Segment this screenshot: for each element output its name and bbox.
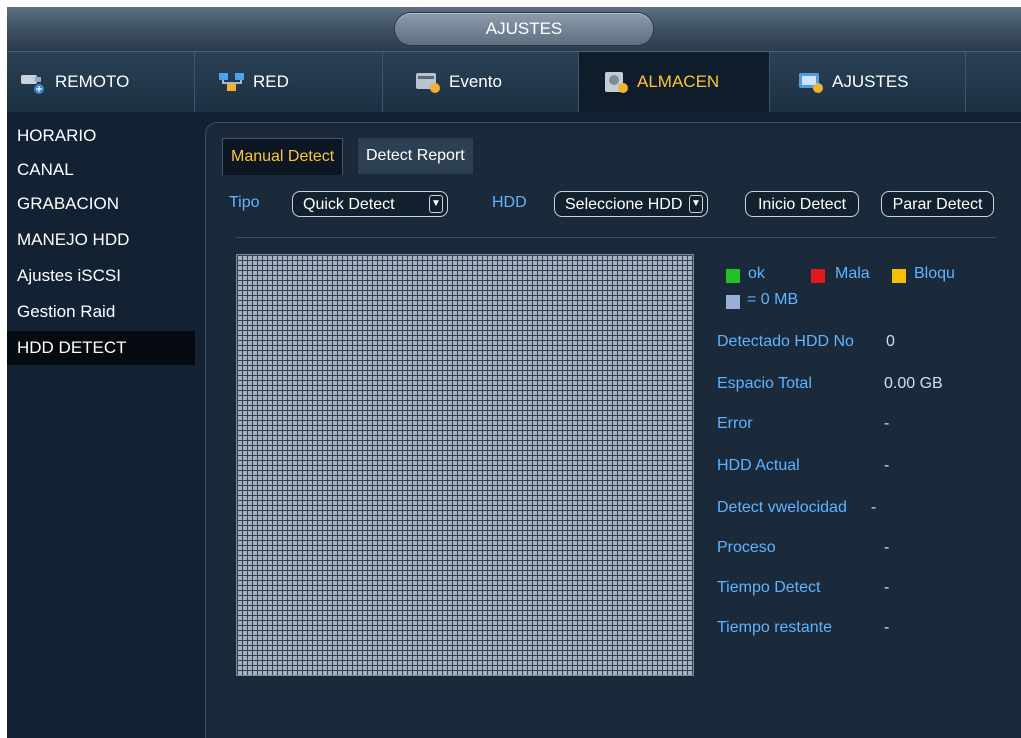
info-label-error: Error (717, 415, 753, 432)
hdd-label: HDD (492, 194, 527, 211)
tab-label: REMOTO (55, 72, 130, 91)
sidebar-item-manejo-hdd[interactable]: MANEJO HDD (17, 223, 129, 257)
sidebar-item-canal[interactable]: CANAL (17, 153, 74, 187)
chevron-down-icon: ▼ (689, 195, 703, 213)
tab-detect-report[interactable]: Detect Report (358, 138, 473, 174)
tipo-select-value: Quick Detect (303, 196, 395, 213)
start-detect-button[interactable]: Inicio Detect (745, 191, 859, 217)
hdd-select[interactable]: Seleccione HDD ▼ (554, 191, 708, 217)
tab-label: ALMACEN (637, 72, 720, 91)
sidebar-item-grabacion[interactable]: GRABACION (17, 187, 119, 221)
tab-ajustes[interactable]: AJUSTES (770, 52, 966, 112)
info-value-total-space: 0.00 GB (884, 375, 943, 392)
tab-red[interactable]: RED (195, 52, 383, 112)
info-value-process: - (884, 539, 890, 556)
info-label-total-space: Espacio Total (717, 375, 812, 392)
info-label-detect-time: Tiempo Detect (717, 579, 821, 596)
content-panel: Manual Detect Detect Report Tipo Quick D… (205, 122, 1021, 738)
legend-bad-swatch (811, 269, 825, 283)
info-label-current-hdd: HDD Actual (717, 457, 800, 474)
info-value-current-hdd: - (884, 457, 890, 474)
info-label-process: Proceso (717, 539, 776, 556)
legend-blocked-swatch (892, 269, 906, 283)
info-value-remaining-time: - (884, 619, 890, 636)
info-value-detect-time: - (884, 579, 890, 596)
tab-almacen[interactable]: ALMACEN (579, 52, 770, 112)
settings-window: AJUSTES REMOTO RED Evento ALMACEN AJUSTE… (7, 7, 1021, 738)
tab-manual-detect[interactable]: Manual Detect (222, 138, 344, 175)
info-value-error: - (884, 415, 890, 432)
legend-bad-label: Mala (835, 265, 870, 282)
tab-label: AJUSTES (832, 72, 909, 91)
hdd-select-value: Seleccione HDD (565, 196, 683, 213)
sidebar-item-horario[interactable]: HORARIO (17, 119, 96, 153)
hdd-detect-grid (236, 254, 694, 676)
sidebar-item-hdd-detect[interactable]: HDD DETECT (7, 331, 195, 365)
chevron-down-icon: ▼ (429, 195, 443, 213)
event-icon (416, 73, 440, 93)
legend-ok-label: ok (748, 265, 765, 282)
sidebar: HORARIO CANAL GRABACION MANEJO HDD Ajust… (7, 111, 197, 738)
settings-icon (799, 73, 823, 93)
main-tab-bar: REMOTO RED Evento ALMACEN AJUSTES (7, 51, 1021, 112)
info-label-detect-speed: Detect vwelocidad (717, 499, 847, 516)
tipo-select[interactable]: Quick Detect ▼ (292, 191, 448, 217)
network-icon (219, 73, 244, 91)
info-label-hdd-no: Detectado HDD No (717, 333, 854, 350)
title-bar: AJUSTES (7, 7, 1021, 51)
info-label-remaining-time: Tiempo restante (717, 619, 833, 636)
stop-detect-button[interactable]: Parar Detect (881, 191, 994, 217)
tab-label: RED (253, 72, 289, 91)
info-value-detect-speed: - (871, 499, 877, 516)
tab-remoto[interactable]: REMOTO (7, 52, 195, 112)
legend-ok-swatch (726, 269, 740, 283)
legend-blocked-label: Bloqu (914, 265, 955, 282)
legend-empty-swatch (726, 295, 740, 309)
info-value-hdd-no: 0 (886, 333, 895, 350)
legend-empty-label: = 0 MB (747, 291, 799, 308)
sidebar-item-gestion-raid[interactable]: Gestion Raid (17, 295, 115, 329)
divider (236, 237, 996, 238)
tab-evento[interactable]: Evento (383, 52, 579, 112)
tab-label: Evento (449, 72, 502, 91)
sidebar-item-ajustes-iscsi[interactable]: Ajustes iSCSI (17, 259, 121, 293)
window-title: AJUSTES (395, 13, 653, 45)
storage-icon (605, 72, 628, 93)
network-camera-icon (21, 75, 44, 94)
tipo-label: Tipo (229, 194, 260, 211)
